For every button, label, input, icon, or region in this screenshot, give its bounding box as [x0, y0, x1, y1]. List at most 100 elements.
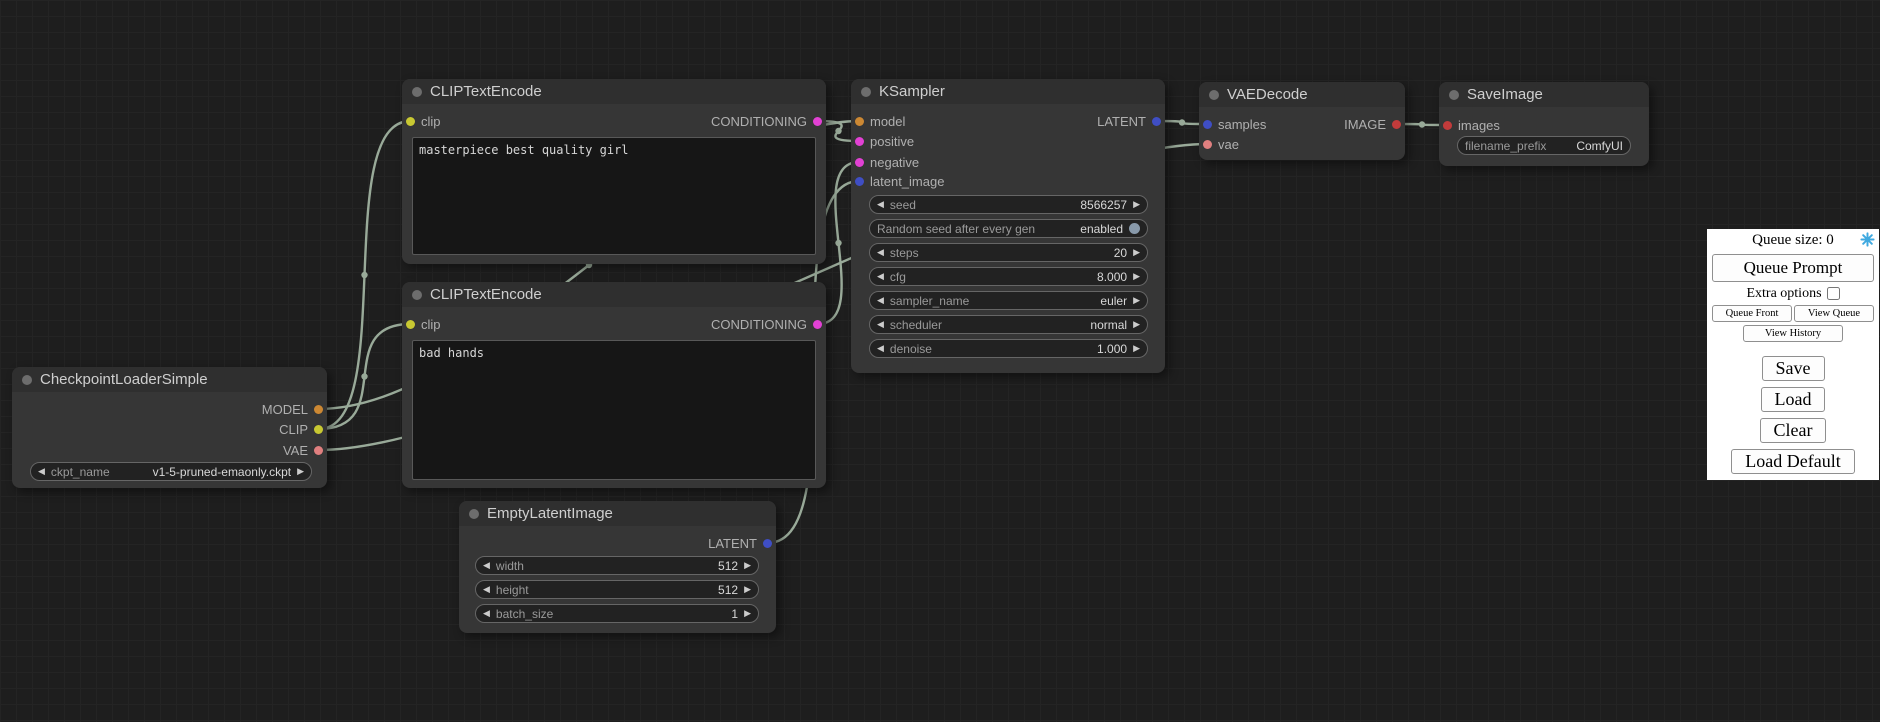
increment-arrow-icon[interactable]: ▶: [1133, 248, 1140, 257]
widget-steps[interactable]: ◀ steps 20 ▶: [869, 243, 1148, 262]
clip-slot-dot[interactable]: [314, 425, 323, 434]
increment-arrow-icon[interactable]: ▶: [744, 585, 751, 594]
decrement-arrow-icon[interactable]: ◀: [483, 585, 490, 594]
output-slot-clip[interactable]: CLIP: [279, 420, 323, 438]
queue-front-button[interactable]: Queue Front: [1712, 305, 1792, 322]
node-title-bar[interactable]: EmptyLatentImage: [459, 501, 776, 526]
clip-slot-dot[interactable]: [406, 320, 415, 329]
save-button[interactable]: Save: [1762, 356, 1825, 381]
view-queue-button[interactable]: View Queue: [1794, 305, 1874, 322]
conditioning-slot-dot[interactable]: [813, 320, 822, 329]
node-clip-text-encode-negative[interactable]: CLIPTextEncode clip CONDITIONING bad han…: [402, 282, 826, 488]
decrement-arrow-icon[interactable]: ◀: [877, 248, 884, 257]
node-vae-decode[interactable]: VAEDecode samples vae IMAGE: [1199, 82, 1405, 160]
queue-prompt-button[interactable]: Queue Prompt: [1712, 254, 1874, 282]
node-save-image[interactable]: SaveImage images filename_prefix ComfyUI: [1439, 82, 1649, 166]
vae-slot-dot[interactable]: [314, 446, 323, 455]
positive-prompt-textarea[interactable]: masterpiece best quality girl: [412, 137, 816, 255]
output-slot-model[interactable]: MODEL: [262, 400, 323, 418]
node-collapse-dot[interactable]: [1209, 90, 1219, 100]
increment-arrow-icon[interactable]: ▶: [297, 467, 304, 476]
negative-prompt-textarea[interactable]: bad hands: [412, 340, 816, 480]
input-slot-vae[interactable]: vae: [1203, 135, 1239, 153]
model-slot-dot[interactable]: [855, 117, 864, 126]
widget-denoise[interactable]: ◀ denoise 1.000 ▶: [869, 339, 1148, 358]
increment-arrow-icon[interactable]: ▶: [1133, 200, 1140, 209]
widget-ckpt-name[interactable]: ◀ ckpt_name v1-5-pruned-emaonly.ckpt ▶: [30, 462, 312, 481]
output-slot-vae[interactable]: VAE: [283, 441, 323, 459]
decrement-arrow-icon[interactable]: ◀: [483, 561, 490, 570]
decrement-arrow-icon[interactable]: ◀: [877, 272, 884, 281]
widget-random-seed-toggle[interactable]: Random seed after every gen enabled: [869, 219, 1148, 238]
node-title-bar[interactable]: CLIPTextEncode: [402, 282, 826, 307]
node-title-bar[interactable]: CheckpointLoaderSimple: [12, 367, 327, 392]
conditioning-slot-dot[interactable]: [813, 117, 822, 126]
conditioning-slot-dot[interactable]: [855, 158, 864, 167]
image-slot-dot[interactable]: [1392, 120, 1401, 129]
input-slot-positive[interactable]: positive: [855, 132, 914, 150]
decrement-arrow-icon[interactable]: ◀: [877, 296, 884, 305]
node-collapse-dot[interactable]: [22, 375, 32, 385]
widget-sampler-name[interactable]: ◀ sampler_name euler ▶: [869, 291, 1148, 310]
node-collapse-dot[interactable]: [469, 509, 479, 519]
clip-slot-dot[interactable]: [406, 117, 415, 126]
node-collapse-dot[interactable]: [412, 87, 422, 97]
load-default-button[interactable]: Load Default: [1731, 449, 1854, 474]
image-slot-dot[interactable]: [1443, 121, 1452, 130]
decrement-arrow-icon[interactable]: ◀: [877, 344, 884, 353]
toggle-on-indicator[interactable]: [1129, 223, 1140, 234]
input-slot-samples[interactable]: samples: [1203, 115, 1266, 133]
node-collapse-dot[interactable]: [861, 87, 871, 97]
widget-scheduler[interactable]: ◀ scheduler normal ▶: [869, 315, 1148, 334]
output-slot-latent[interactable]: LATENT: [708, 534, 772, 552]
increment-arrow-icon[interactable]: ▶: [744, 561, 751, 570]
input-slot-latent-image[interactable]: latent_image: [855, 172, 944, 190]
latent-slot-dot[interactable]: [1203, 120, 1212, 129]
widget-width[interactable]: ◀ width 512 ▶: [475, 556, 759, 575]
widget-cfg[interactable]: ◀ cfg 8.000 ▶: [869, 267, 1148, 286]
increment-arrow-icon[interactable]: ▶: [744, 609, 751, 618]
node-title-bar[interactable]: KSampler: [851, 79, 1165, 104]
node-empty-latent-image[interactable]: EmptyLatentImage LATENT ◀ width 512 ▶ ◀ …: [459, 501, 776, 633]
latent-slot-dot[interactable]: [855, 177, 864, 186]
input-slot-negative[interactable]: negative: [855, 153, 919, 171]
input-slot-images[interactable]: images: [1443, 116, 1500, 134]
node-title-bar[interactable]: CLIPTextEncode: [402, 79, 826, 104]
vae-slot-dot[interactable]: [1203, 140, 1212, 149]
comfyui-canvas[interactable]: { "app_title": "ComfyUI node graph", "co…: [0, 0, 1880, 722]
latent-slot-dot[interactable]: [763, 539, 772, 548]
decrement-arrow-icon[interactable]: ◀: [877, 200, 884, 209]
load-button[interactable]: Load: [1761, 387, 1826, 412]
input-slot-clip[interactable]: clip: [406, 112, 441, 130]
decrement-arrow-icon[interactable]: ◀: [38, 467, 45, 476]
decrement-arrow-icon[interactable]: ◀: [877, 320, 884, 329]
conditioning-slot-dot[interactable]: [855, 137, 864, 146]
node-clip-text-encode-positive[interactable]: CLIPTextEncode clip CONDITIONING masterp…: [402, 79, 826, 264]
settings-gear-icon[interactable]: [1860, 232, 1875, 247]
widget-batch-size[interactable]: ◀ batch_size 1 ▶: [475, 604, 759, 623]
output-slot-conditioning[interactable]: CONDITIONING: [711, 112, 822, 130]
widget-height[interactable]: ◀ height 512 ▶: [475, 580, 759, 599]
output-slot-conditioning[interactable]: CONDITIONING: [711, 315, 822, 333]
increment-arrow-icon[interactable]: ▶: [1133, 320, 1140, 329]
node-collapse-dot[interactable]: [1449, 90, 1459, 100]
node-ksampler[interactable]: KSampler model positive negative latent_…: [851, 79, 1165, 373]
input-slot-clip[interactable]: clip: [406, 315, 441, 333]
node-title-bar[interactable]: SaveImage: [1439, 82, 1649, 107]
widget-seed[interactable]: ◀ seed 8566257 ▶: [869, 195, 1148, 214]
clear-button[interactable]: Clear: [1760, 418, 1827, 443]
widget-filename-prefix[interactable]: filename_prefix ComfyUI: [1457, 136, 1631, 155]
node-checkpoint-loader-simple[interactable]: CheckpointLoaderSimple MODEL CLIP VAE ◀ …: [12, 367, 327, 488]
extra-options-checkbox[interactable]: [1827, 287, 1840, 300]
output-slot-image[interactable]: IMAGE: [1344, 115, 1401, 133]
increment-arrow-icon[interactable]: ▶: [1133, 296, 1140, 305]
latent-slot-dot[interactable]: [1152, 117, 1161, 126]
model-slot-dot[interactable]: [314, 405, 323, 414]
input-slot-model[interactable]: model: [855, 112, 905, 130]
increment-arrow-icon[interactable]: ▶: [1133, 272, 1140, 281]
view-history-button[interactable]: View History: [1743, 325, 1843, 342]
increment-arrow-icon[interactable]: ▶: [1133, 344, 1140, 353]
output-slot-latent[interactable]: LATENT: [1097, 112, 1161, 130]
decrement-arrow-icon[interactable]: ◀: [483, 609, 490, 618]
node-collapse-dot[interactable]: [412, 290, 422, 300]
